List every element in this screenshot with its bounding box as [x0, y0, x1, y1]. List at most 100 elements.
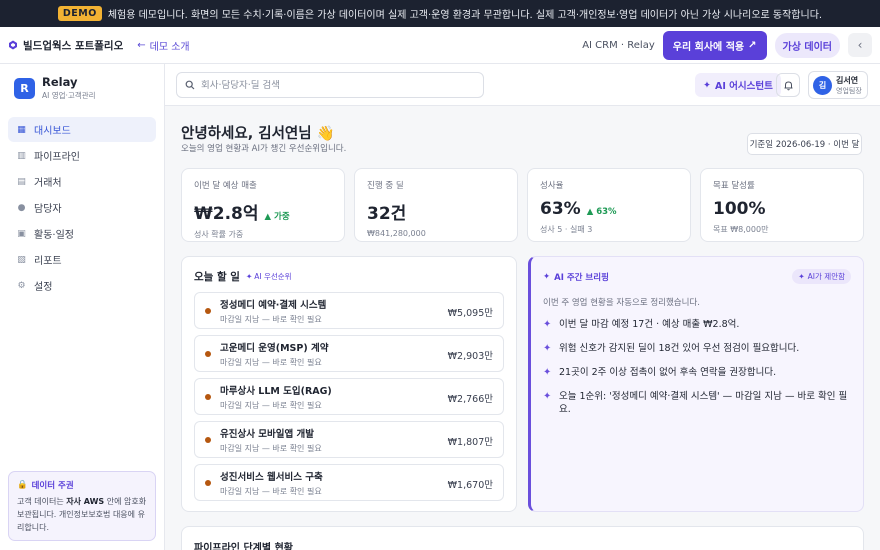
kpi-card-goal-achievement: 목표 달성률 100% 목표 ₩8,000만 [700, 168, 864, 242]
portfolio-brand[interactable]: 빌드업웍스 포트폴리오 [8, 38, 123, 53]
notification-button[interactable] [776, 73, 800, 97]
todo-item[interactable]: 유진상사 모바일앱 개발 마감일 지남 — 바로 확인 필요 ₩1,807만 [194, 421, 504, 458]
page-title: 안녕하세요, 김서연님 👋 [181, 126, 335, 142]
brief-item: ✦ 21곳이 2주 이상 접촉이 없어 후속 연락을 권장합니다. [543, 367, 777, 378]
app-name: Relay [42, 75, 78, 89]
ai-assistant-button[interactable]: ✦ AI 어시스턴트 [695, 73, 781, 97]
brief-list: ✦ 이번 달 마감 예정 17건 · 예상 매출 ₩2.8억. ✦ 위험 신호가… [543, 318, 851, 416]
building-icon: ▤ [17, 176, 26, 187]
todo-amount: ₩1,807만 [447, 437, 493, 448]
virtual-data-pill[interactable]: 가상 데이터 [774, 32, 840, 58]
sidebar: R Relay AI 영업·고객관리 ▦ 대시보드 ▥ 파이프라인 ▤ 거래처 … [0, 64, 165, 550]
sidebar-item-contacts[interactable]: ● 담당자 [8, 195, 156, 220]
sidebar-item-settings[interactable]: ⚙ 설정 [8, 273, 156, 298]
ai-assistant-label: AI 어시스턴트 [714, 81, 773, 92]
brief-title: ✦ AI 주간 브리핑 [543, 271, 609, 283]
kpi-value: 100% [713, 199, 766, 219]
sparkle-icon: ✦ [543, 271, 551, 282]
overdue-dot-icon [205, 307, 211, 314]
demo-badge: DEMO [57, 6, 102, 21]
sparkle-icon: ✦ [245, 272, 253, 281]
lock-icon: 🔒 [17, 480, 28, 490]
search-input[interactable] [201, 79, 471, 91]
sparkle-icon: ✦ [703, 79, 711, 91]
todo-item[interactable]: 고운메디 운영(MSP) 계약 마감일 지남 — 바로 확인 필요 ₩2,903… [194, 335, 504, 372]
sidebar-item-dashboard[interactable]: ▦ 대시보드 [8, 117, 156, 142]
sparkle-icon: ✦ [798, 272, 805, 281]
todo-item[interactable]: 마루상사 LLM 도입(RAG) 마감일 지남 — 바로 확인 필요 ₩2,76… [194, 378, 504, 415]
kpi-card-expected-revenue: 이번 달 예상 매출 ₩2.8억 ▲ 가중 성사 확률 가중 [181, 168, 345, 242]
person-icon: ● [17, 202, 26, 213]
apply-to-company-button[interactable]: 우리 회사에 적용 ↗ [662, 30, 767, 60]
sidebar-item-label: 설정 [34, 282, 53, 293]
todo-item[interactable]: 성진서비스 웹서비스 구축 마감일 지남 — 바로 확인 필요 ₩1,670만 [194, 464, 504, 501]
bell-icon [784, 80, 792, 90]
collapse-button[interactable]: ‹ [848, 33, 872, 57]
brief-item: ✦ 위험 신호가 감지된 딜이 18건 있어 우선 점검이 필요합니다. [543, 343, 800, 354]
brand-logo-icon [9, 40, 17, 50]
overdue-dot-icon [205, 479, 211, 486]
demo-intro-link[interactable]: ← 데모 소개 [137, 38, 189, 53]
kpi-sub: 목표 ₩8,000만 [713, 225, 769, 234]
kpi-value: 32건 [367, 204, 407, 224]
data-card-body: 고객 데이터는 자사 AWS 안에 암호화 보관됩니다. 개인정보보호법 대응에… [17, 497, 147, 532]
brief-subtitle: 이번 주 영업 현황을 자동으로 정리했습니다. [543, 298, 700, 308]
todo-deal-name: 마루상사 LLM 도입(RAG) [220, 385, 332, 397]
ai-priority-tag: ✦ AI 우선순위 [245, 272, 292, 281]
kpi-trend: ▲ 63% [586, 207, 617, 217]
brand-name: 빌드업웍스 포트폴리오 [23, 39, 124, 52]
user-menu[interactable]: 김 김서연 영업팀장 [808, 71, 868, 99]
overdue-dot-icon [205, 436, 211, 443]
dashboard-icon: ▦ [17, 124, 26, 135]
pipeline-stage-panel: 파이프라인 단계별 현황 [181, 526, 864, 550]
brief-item: ✦ 이번 달 마감 예정 17건 · 예상 매출 ₩2.8억. [543, 319, 740, 330]
data-sovereignty-card: 🔒 데이터 주권 고객 데이터는 자사 AWS 안에 암호화 보관됩니다. 개인… [8, 471, 156, 541]
demo-intro-label: 데모 소개 [149, 41, 190, 53]
app-subtitle: AI 영업·고객관리 [42, 91, 96, 100]
date-filter[interactable]: 기준일 2026-06-19 · 이번 달 [747, 133, 862, 155]
kpi-label: 성사율 [540, 181, 564, 191]
search-icon [185, 80, 195, 90]
kpi-card-win-rate: 성사율 63% ▲ 63% 성사 5 · 실패 3 [527, 168, 691, 242]
sparkle-icon: ✦ [543, 391, 552, 402]
sidebar-item-reports[interactable]: ▧ 리포트 [8, 247, 156, 272]
todo-deal-name: 정성메디 예약·결제 시스템 [220, 299, 327, 311]
external-arrow-icon: ↗ [748, 39, 757, 51]
sparkle-icon: ✦ [543, 343, 552, 354]
page-subtitle: 오늘의 영업 현황과 AI가 챙긴 우선순위입니다. [181, 144, 347, 154]
calendar-icon: ▣ [17, 228, 26, 239]
sidebar-item-pipeline[interactable]: ▥ 파이프라인 [8, 143, 156, 168]
sidebar-item-label: 담당자 [34, 204, 62, 215]
todo-deal-name: 성진서비스 웹서비스 구축 [220, 471, 323, 483]
todo-note: 마감일 지남 — 바로 확인 필요 [220, 314, 322, 324]
todo-amount: ₩1,670만 [447, 480, 493, 491]
content-header: ✦ AI 어시스턴트 김 김서연 영업팀장 [165, 64, 880, 106]
ai-suggested-tag: ✦ AI가 제안함 [792, 269, 851, 284]
kpi-trend: ▲ 가중 [264, 212, 290, 222]
gear-icon: ⚙ [17, 280, 26, 291]
todo-panel: 오늘 할 일 ✦ AI 우선순위 정성메디 예약·결제 시스템 마감일 지남 —… [181, 256, 517, 512]
todo-note: 마감일 지남 — 바로 확인 필요 [220, 357, 322, 367]
search-box[interactable] [176, 72, 484, 98]
kpi-value: 63% [540, 199, 581, 219]
kpi-label: 목표 달성률 [713, 181, 755, 191]
todo-note: 마감일 지남 — 바로 확인 필요 [220, 486, 322, 496]
todo-note: 마감일 지남 — 바로 확인 필요 [220, 400, 322, 410]
chevron-left-icon: ‹ [857, 38, 863, 52]
sidebar-item-activities[interactable]: ▣ 활동·일정 [8, 221, 156, 246]
kpi-label: 진행 중 딜 [367, 181, 404, 191]
overdue-dot-icon [205, 350, 211, 357]
todo-amount: ₩2,766만 [447, 394, 493, 405]
sidebar-item-accounts[interactable]: ▤ 거래처 [8, 169, 156, 194]
sidebar-item-label: 파이프라인 [34, 152, 80, 163]
sparkle-icon: ✦ [543, 367, 552, 378]
todo-deal-name: 고운메디 운영(MSP) 계약 [220, 342, 329, 354]
todo-title: 오늘 할 일 [194, 271, 240, 283]
todo-item[interactable]: 정성메디 예약·결제 시스템 마감일 지남 — 바로 확인 필요 ₩5,095만 [194, 292, 504, 329]
sidebar-item-label: 대시보드 [34, 126, 71, 137]
sidebar-item-label: 거래처 [34, 178, 62, 189]
main-content: ✦ AI 어시스턴트 김 김서연 영업팀장 안녕하세요, 김서연님 👋 오늘의 … [165, 64, 880, 550]
apply-button-label: 우리 회사에 적용 [672, 41, 745, 53]
user-name: 김서연 [836, 75, 859, 85]
ai-weekly-brief: ✦ AI 주간 브리핑 ✦ AI가 제안함 이번 주 영업 현황을 자동으로 정… [528, 256, 864, 512]
